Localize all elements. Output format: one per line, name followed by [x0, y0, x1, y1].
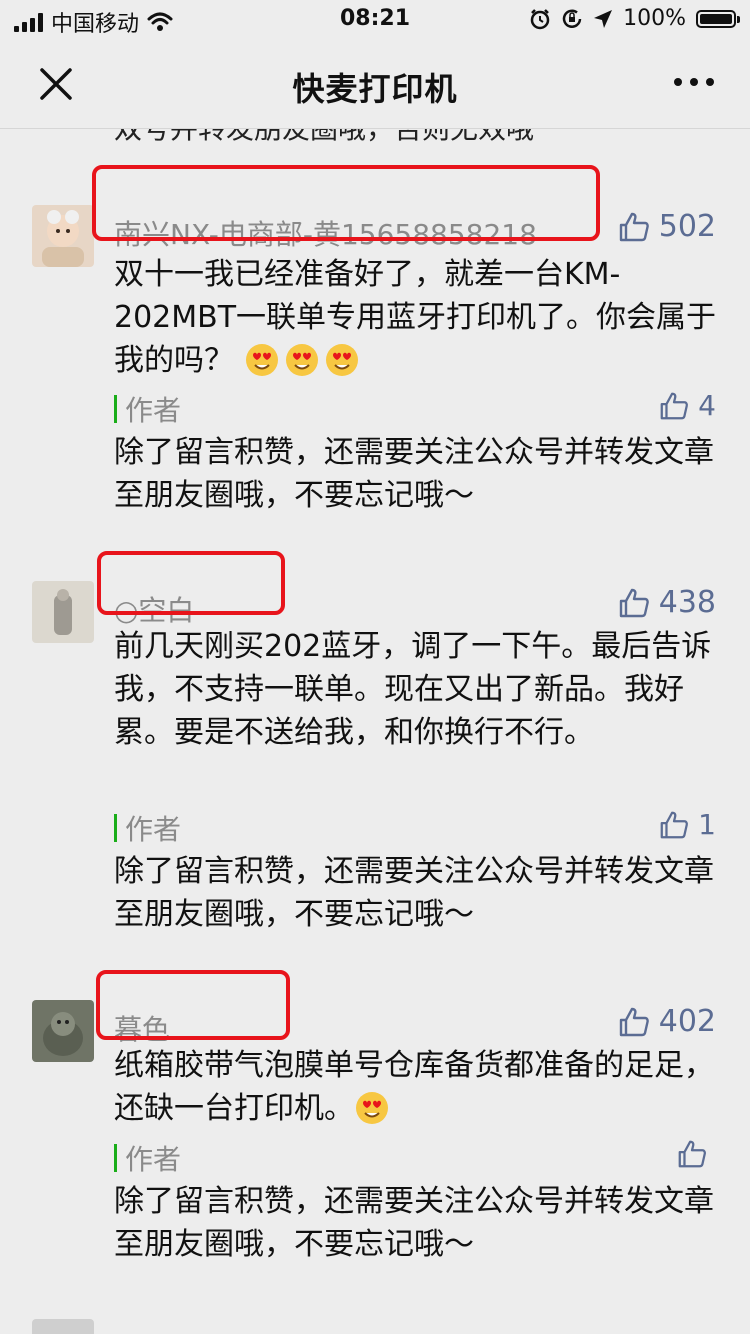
heart-eyes-emoji-icon [324, 342, 360, 378]
author-reply-text: 除了留言积赞，还需要关注公众号并转发文章至朋友圈哦，不要忘记哦～ [114, 435, 714, 513]
avatar[interactable] [32, 1319, 94, 1334]
author-reply-header: 作者 [114, 389, 181, 429]
highlight-box [96, 970, 290, 1040]
like-count: 402 [658, 1004, 716, 1039]
avatar[interactable] [32, 1000, 94, 1062]
like-button[interactable]: 402 [617, 1004, 716, 1039]
author-reply-header: 作者 [114, 1138, 181, 1178]
avatar[interactable] [32, 205, 94, 267]
avatar[interactable] [32, 581, 94, 643]
heart-eyes-emoji-icon [354, 1090, 390, 1126]
nav-bar: 快麦打印机 [0, 40, 750, 129]
author-label: 作者 [125, 813, 182, 846]
author-label: 作者 [125, 1143, 182, 1176]
thumbs-up-icon [619, 1007, 649, 1036]
highlight-box [97, 551, 285, 615]
comment-text: 纸箱胶带气泡膜单号仓库备货都准备的足足，还缺一台打印机。 [114, 1048, 714, 1126]
thumbs-up-icon [619, 212, 649, 241]
like-count: 438 [658, 585, 716, 620]
author-reply-header: 作者 [114, 808, 181, 848]
reply-like-button[interactable]: 4 [658, 389, 716, 422]
highlight-box [92, 165, 600, 241]
heart-eyes-emoji-icon [244, 342, 280, 378]
like-button[interactable]: 502 [617, 209, 716, 244]
like-count: 502 [658, 209, 716, 244]
more-icon[interactable] [674, 78, 714, 86]
battery-icon [696, 9, 740, 28]
alarm-icon [530, 8, 550, 29]
author-reply-text: 除了留言积赞，还需要关注公众号并转发文章至朋友圈哦，不要忘记哦～ [114, 1184, 714, 1262]
page-title: 快麦打印机 [292, 70, 458, 108]
author-reply-text: 除了留言积赞，还需要关注公众号并转发文章至朋友圈哦，不要忘记哦～ [114, 854, 714, 932]
thumbs-up-icon [660, 392, 689, 419]
author-label: 作者 [125, 394, 182, 427]
thumbs-up-icon [619, 588, 649, 617]
reply-like-button[interactable]: 1 [658, 808, 716, 841]
status-bar: 中国移动 08:21 100% [0, 0, 750, 40]
like-button[interactable]: 438 [617, 585, 716, 620]
author-reply-marker [114, 1144, 117, 1172]
reply-like-count: 1 [698, 808, 716, 841]
comment-list[interactable]: 双号并转发朋友圈哦，否则无效哦 南兴NX-电商部-黄15658858218 50… [0, 129, 750, 1334]
comment-text: 双十一我已经准备好了，就差一台KM-202MBT一联单专用蓝牙打印机了。你会属于… [114, 257, 717, 378]
author-reply-marker [114, 395, 117, 423]
reply-like-count: 4 [698, 389, 716, 422]
location-icon [594, 9, 613, 28]
thumbs-up-icon [660, 811, 689, 838]
comment-text: 前几天刚买202蓝牙，调了一下午。最后告诉我，不支持一联单。现在又出了新品。我好… [114, 629, 712, 750]
author-reply-marker [114, 814, 117, 842]
battery-percent: 100% [623, 6, 686, 31]
thumbs-up-icon [678, 1140, 706, 1168]
reply-like-button[interactable] [676, 1138, 716, 1170]
clipped-reply-text: 双号并转发朋友圈哦，否则无效哦 [114, 129, 534, 147]
heart-eyes-emoji-icon [284, 342, 320, 378]
rotation-lock-icon [562, 9, 582, 28]
